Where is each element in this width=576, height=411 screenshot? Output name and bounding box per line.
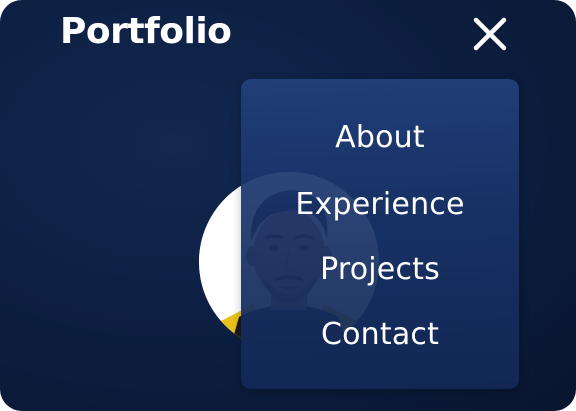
nav-item-contact[interactable]: Contact bbox=[241, 315, 519, 355]
nav-menu-panel: About Experience Projects Contact bbox=[241, 79, 519, 389]
nav-item-experience[interactable]: Experience bbox=[241, 185, 519, 225]
close-icon bbox=[473, 17, 507, 51]
app-frame: Portfolio About Experience Projects Cont… bbox=[0, 0, 576, 411]
nav-item-projects[interactable]: Projects bbox=[241, 250, 519, 290]
close-menu-button[interactable] bbox=[470, 14, 510, 54]
nav-item-about[interactable]: About bbox=[241, 118, 519, 158]
site-logo[interactable]: Portfolio bbox=[60, 8, 232, 56]
